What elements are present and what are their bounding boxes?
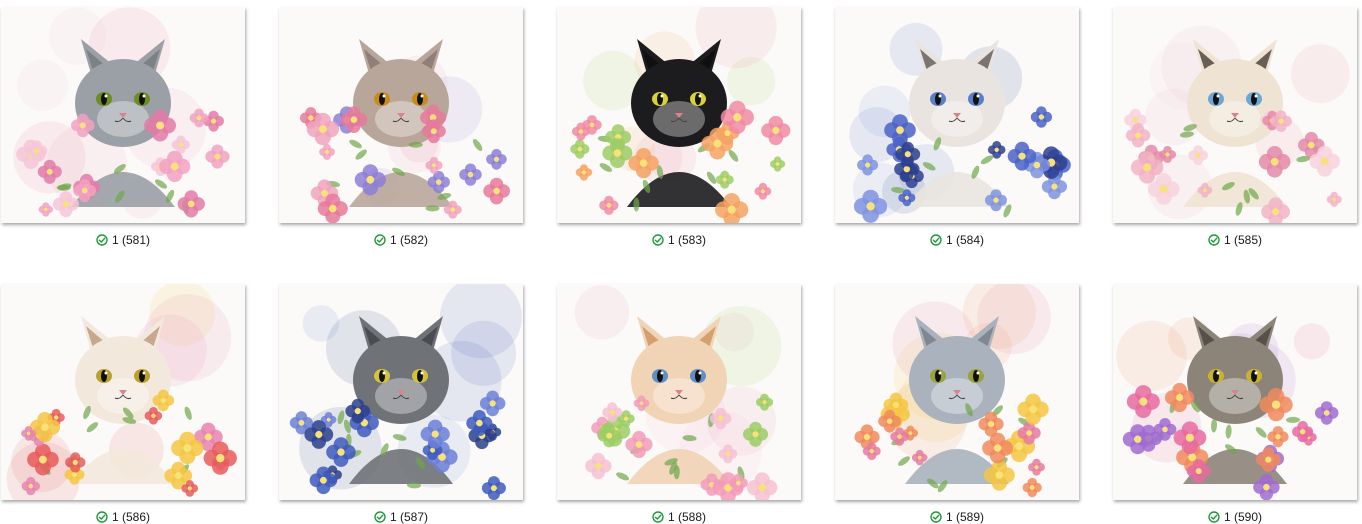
check-circle-icon xyxy=(1208,234,1220,246)
file-caption[interactable]: 1 (583) xyxy=(557,231,801,249)
check-circle-icon xyxy=(652,234,664,246)
file-name-label: 1 (586) xyxy=(111,510,151,524)
file-name-label: 1 (582) xyxy=(389,233,429,247)
file-caption[interactable]: 1 (589) xyxy=(835,508,1079,524)
file-tile[interactable]: 1 (581) xyxy=(1,7,245,261)
file-tile[interactable]: 1 (586) xyxy=(1,284,245,524)
file-name-label: 1 (587) xyxy=(389,510,429,524)
check-circle-icon xyxy=(652,511,664,523)
file-caption[interactable]: 1 (587) xyxy=(279,508,523,524)
check-circle-icon xyxy=(1208,511,1220,523)
thumbnail-grid: 1 (581) 1 (582) 1 (583) 1 (584) 1 (585) … xyxy=(0,0,1362,524)
file-tile[interactable]: 1 (590) xyxy=(1113,284,1357,524)
file-name-label: 1 (585) xyxy=(1223,233,1263,247)
check-circle-icon xyxy=(374,234,386,246)
file-name-label: 1 (584) xyxy=(945,233,985,247)
check-circle-icon xyxy=(374,511,386,523)
thumbnail-image[interactable] xyxy=(1113,284,1357,500)
thumbnail-image[interactable] xyxy=(557,7,801,223)
file-caption[interactable]: 1 (584) xyxy=(835,231,1079,249)
check-circle-icon xyxy=(96,511,108,523)
thumbnail-image[interactable] xyxy=(1113,7,1357,223)
file-caption[interactable]: 1 (585) xyxy=(1113,231,1357,249)
thumbnail-image[interactable] xyxy=(1,284,245,500)
file-tile[interactable]: 1 (583) xyxy=(557,7,801,261)
thumbnail-image[interactable] xyxy=(835,7,1079,223)
thumbnail-image[interactable] xyxy=(279,7,523,223)
check-circle-icon xyxy=(96,234,108,246)
file-caption[interactable]: 1 (588) xyxy=(557,508,801,524)
file-caption[interactable]: 1 (581) xyxy=(1,231,245,249)
check-circle-icon xyxy=(930,234,942,246)
file-tile[interactable]: 1 (585) xyxy=(1113,7,1357,261)
file-name-label: 1 (583) xyxy=(667,233,707,247)
file-tile[interactable]: 1 (589) xyxy=(835,284,1079,524)
thumbnail-image[interactable] xyxy=(557,284,801,500)
file-tile[interactable]: 1 (584) xyxy=(835,7,1079,261)
file-name-label: 1 (581) xyxy=(111,233,151,247)
thumbnail-image[interactable] xyxy=(1,7,245,223)
file-tile[interactable]: 1 (582) xyxy=(279,7,523,261)
file-caption[interactable]: 1 (590) xyxy=(1113,508,1357,524)
file-tile[interactable]: 1 (587) xyxy=(279,284,523,524)
file-name-label: 1 (589) xyxy=(945,510,985,524)
file-caption[interactable]: 1 (586) xyxy=(1,508,245,524)
file-caption[interactable]: 1 (582) xyxy=(279,231,523,249)
thumbnail-image[interactable] xyxy=(279,284,523,500)
file-tile[interactable]: 1 (588) xyxy=(557,284,801,524)
check-circle-icon xyxy=(930,511,942,523)
file-name-label: 1 (590) xyxy=(1223,510,1263,524)
file-name-label: 1 (588) xyxy=(667,510,707,524)
thumbnail-image[interactable] xyxy=(835,284,1079,500)
